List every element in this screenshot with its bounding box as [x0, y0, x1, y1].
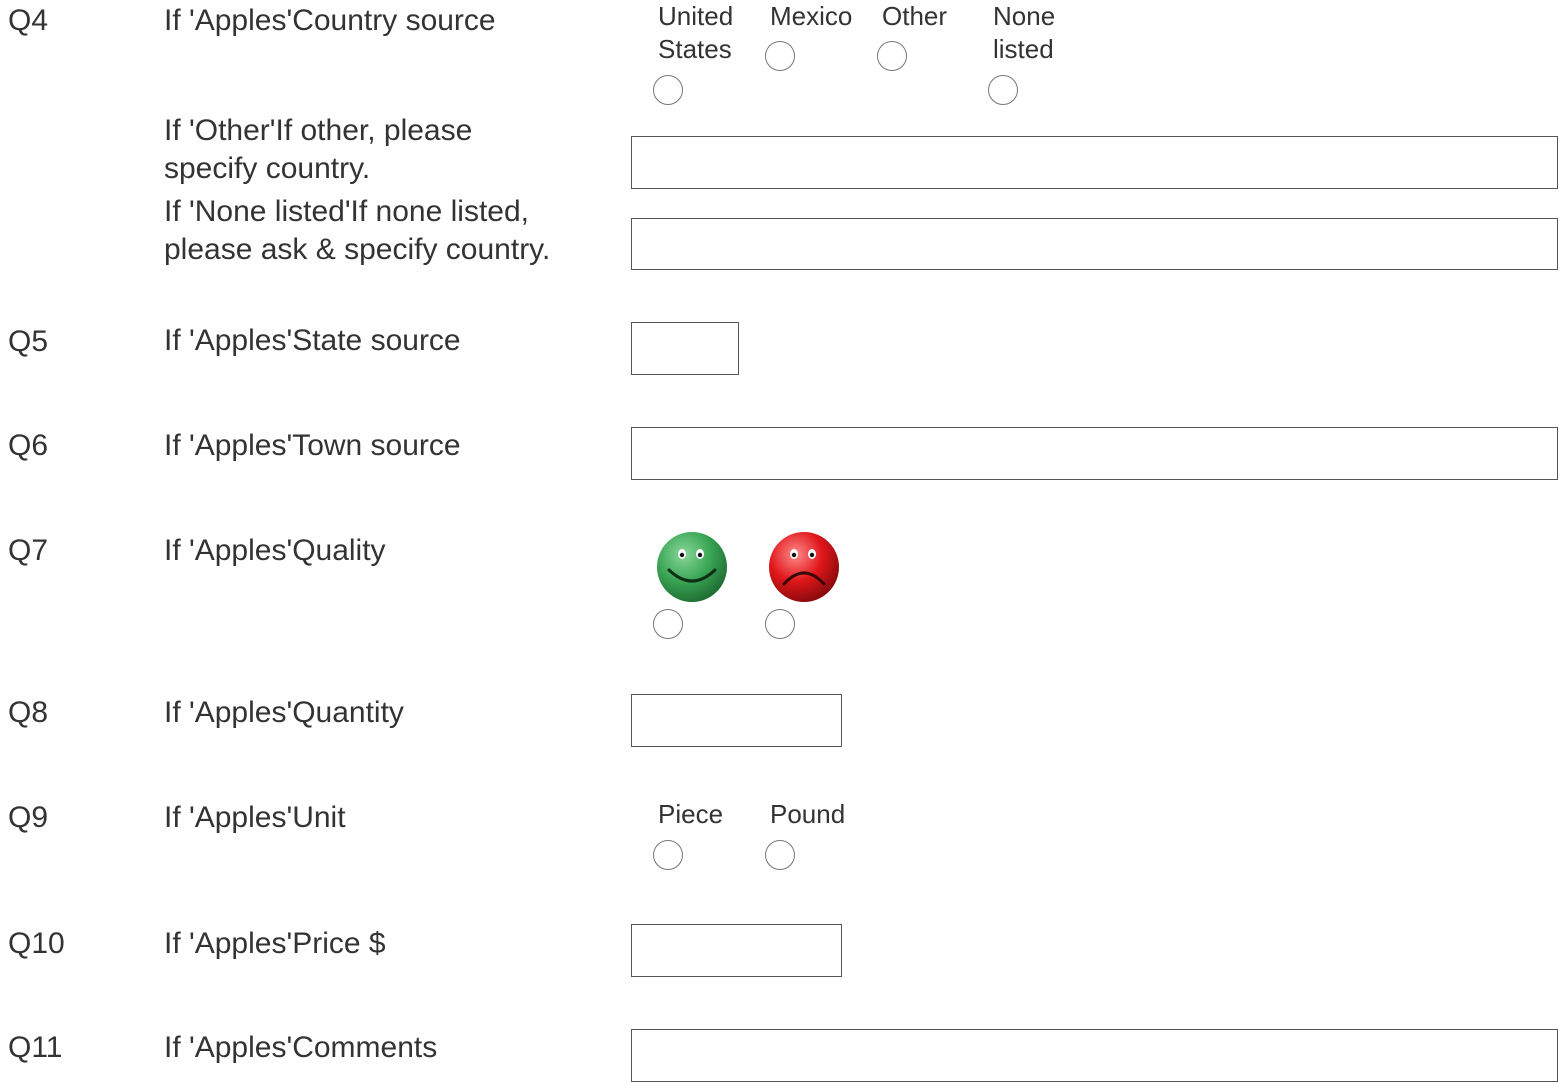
question-label-q4-other-line1: If 'Other'If other, please [164, 114, 473, 147]
radio-quality-bad[interactable] [765, 609, 795, 639]
option-label-united-states: United States [658, 1, 734, 64]
radio-unit-piece[interactable] [653, 840, 683, 870]
question-number-q7: Q7 [8, 534, 49, 567]
other-country-input[interactable] [631, 136, 1558, 189]
question-label-q11: If 'Apples'Comments [164, 1031, 438, 1064]
smiley-green-icon [657, 532, 727, 602]
radio-united-states[interactable] [653, 75, 683, 105]
quantity-input[interactable] [631, 694, 842, 747]
town-source-input[interactable] [631, 427, 1558, 480]
option-label-none-listed: None listed [993, 1, 1056, 64]
question-label-q4-other-line2: specify country. [164, 152, 371, 185]
question-label-q8: If 'Apples'Quantity [164, 696, 404, 729]
question-number-q5: Q5 [8, 325, 49, 358]
price-input[interactable] [631, 924, 842, 977]
radio-unit-pound[interactable] [765, 840, 795, 870]
question-number-q6: Q6 [8, 429, 49, 462]
option-label-mexico: Mexico [770, 1, 853, 31]
option-label-piece: Piece [658, 799, 724, 829]
question-label-q7: If 'Apples'Quality [164, 534, 386, 567]
comments-input[interactable] [631, 1029, 1558, 1082]
question-number-q10: Q10 [8, 927, 65, 960]
radio-none-listed[interactable] [988, 75, 1018, 105]
option-label-other: Other [882, 1, 948, 31]
radio-other[interactable] [877, 41, 907, 71]
radio-quality-good[interactable] [653, 609, 683, 639]
question-label-q5: If 'Apples'State source [164, 324, 461, 357]
none-listed-country-input[interactable] [631, 218, 1558, 270]
frown-red-icon [769, 532, 839, 602]
question-number-q8: Q8 [8, 696, 49, 729]
question-label-q4: If 'Apples'Country source [164, 4, 496, 37]
question-label-q6: If 'Apples'Town source [164, 429, 461, 462]
question-label-q10: If 'Apples'Price $ [164, 927, 386, 960]
radio-mexico[interactable] [765, 41, 795, 71]
question-number-q11: Q11 [8, 1031, 63, 1064]
option-label-pound: Pound [770, 799, 846, 829]
question-number-q9: Q9 [8, 801, 49, 834]
state-source-input[interactable] [631, 322, 739, 375]
question-label-q4-none-line2: please ask & specify country. [164, 233, 551, 266]
question-number-q4: Q4 [8, 4, 49, 37]
question-label-q4-none-line1: If 'None listed'If none listed, [164, 195, 529, 228]
question-label-q9: If 'Apples'Unit [164, 801, 346, 834]
